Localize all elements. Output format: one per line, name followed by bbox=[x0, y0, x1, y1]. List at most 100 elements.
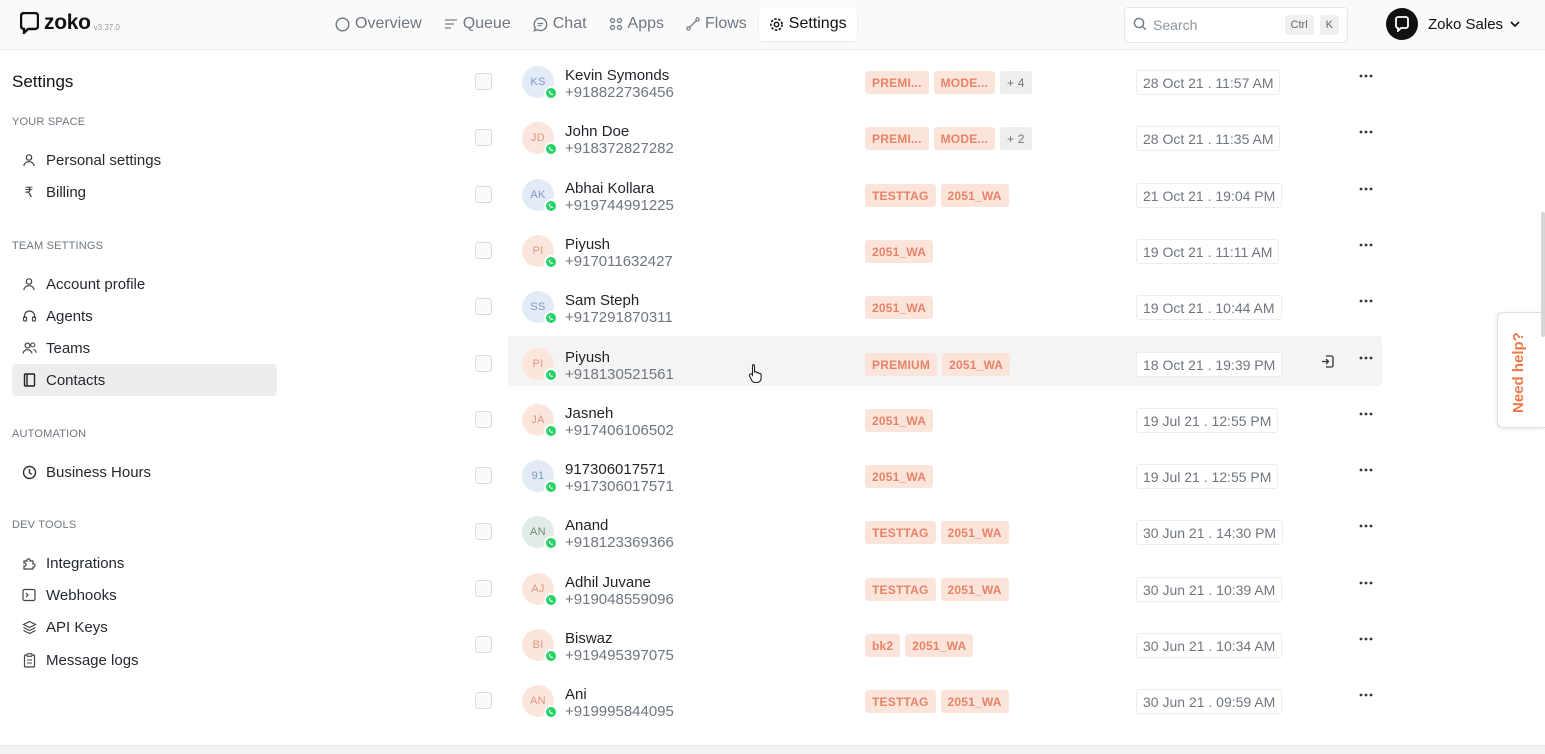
contact-name[interactable]: John Doe bbox=[565, 123, 629, 140]
row-checkbox[interactable] bbox=[475, 467, 492, 484]
more-options-icon[interactable] bbox=[1359, 187, 1373, 191]
top-bar: zoko v3.37.0 Overview Queue Chat Apps Fl… bbox=[0, 0, 1545, 50]
more-tags-badge[interactable]: + 2 bbox=[1000, 127, 1032, 150]
more-options-icon[interactable] bbox=[1359, 74, 1373, 78]
table-row[interactable]: PI Piyush +917011632427 2051_WA 19 Oct 21 . … bbox=[475, 223, 1382, 273]
scrollbar[interactable] bbox=[1541, 212, 1545, 337]
sidebar-item-label: Contacts bbox=[46, 371, 106, 389]
row-checkbox[interactable] bbox=[475, 129, 492, 146]
row-checkbox[interactable] bbox=[475, 355, 492, 372]
table-row[interactable]: AN Ani +919995844095 TESTTAG 2051_WA 30 Jun 2… bbox=[475, 673, 1382, 723]
contact-name[interactable]: Biswaz bbox=[565, 630, 613, 647]
row-checkbox[interactable] bbox=[475, 692, 492, 709]
contact-name[interactable]: 917306017571 bbox=[565, 461, 665, 478]
contact-name[interactable]: Jasneh bbox=[565, 405, 613, 422]
contact-name[interactable]: Ani bbox=[565, 686, 587, 703]
contact-date: 18 Oct 21 . 19:39 PM bbox=[1136, 352, 1283, 377]
contact-date: 30 Jun 21 . 10:34 AM bbox=[1136, 633, 1283, 658]
more-options-icon[interactable] bbox=[1359, 581, 1373, 585]
nav-settings[interactable]: Settings bbox=[758, 7, 857, 41]
tag-list: TESTTAG 2051_WA bbox=[865, 521, 1014, 544]
more-options-icon[interactable] bbox=[1359, 468, 1373, 472]
need-help-button[interactable]: Need help? bbox=[1497, 312, 1545, 428]
nav-chat[interactable]: Chat bbox=[523, 7, 597, 41]
table-row[interactable]: PI Piyush +918130521561 PREMIUM 2051_WA 18 Oc… bbox=[475, 336, 1382, 386]
nav-flows[interactable]: Flows bbox=[676, 7, 757, 41]
sidebar-item-integrations[interactable]: Integrations bbox=[12, 547, 277, 579]
contact-date: 30 Jun 21 . 14:30 PM bbox=[1136, 520, 1284, 545]
nav-overview[interactable]: Overview bbox=[325, 7, 432, 41]
sidebar-item-api-keys[interactable]: API Keys bbox=[12, 611, 277, 643]
nav-label: Flows bbox=[705, 15, 747, 32]
tag-list: 2051_WA bbox=[865, 296, 938, 319]
table-row[interactable]: AN Anand +918123369366 TESTTAG 2051_WA 30 Jun… bbox=[475, 504, 1382, 554]
sidebar-item-business-hours[interactable]: Business Hours bbox=[12, 456, 277, 488]
avatar-initials: AN bbox=[530, 526, 546, 538]
row-checkbox[interactable] bbox=[475, 242, 492, 259]
contact-name[interactable]: Abhai Kollara bbox=[565, 180, 654, 197]
more-options-icon[interactable] bbox=[1359, 243, 1373, 247]
contact-phone: +919048559096 bbox=[565, 591, 674, 608]
sidebar-item-teams[interactable]: Teams bbox=[12, 332, 277, 364]
contact-date: 21 Oct 21 . 19:04 PM bbox=[1136, 183, 1283, 208]
section-team-settings: TEAM SETTINGS bbox=[12, 240, 104, 252]
flow-icon bbox=[686, 17, 700, 31]
contact-tag: 2051_WA bbox=[940, 690, 1009, 713]
contact-name[interactable]: Sam Steph bbox=[565, 292, 639, 309]
nav-apps[interactable]: Apps bbox=[599, 7, 674, 41]
sidebar-item-agents[interactable]: Agents bbox=[12, 300, 277, 332]
contact-name[interactable]: Kevin Symonds bbox=[565, 67, 669, 84]
table-row[interactable]: SS Sam Steph +917291870311 2051_WA 19 Oct 21… bbox=[475, 279, 1382, 329]
row-checkbox[interactable] bbox=[475, 186, 492, 203]
row-checkbox[interactable] bbox=[475, 73, 492, 90]
tag-list: TESTTAG 2051_WA bbox=[865, 690, 1014, 713]
more-tags-badge[interactable]: + 4 bbox=[1000, 71, 1032, 94]
table-row[interactable]: 91 917306017571 +917306017571 2051_WA 19 Jul… bbox=[475, 448, 1382, 498]
open-chat-icon[interactable] bbox=[1320, 354, 1335, 369]
more-options-icon[interactable] bbox=[1359, 412, 1373, 416]
row-checkbox[interactable] bbox=[475, 411, 492, 428]
search-box[interactable]: Ctrl K bbox=[1124, 7, 1348, 43]
more-options-icon[interactable] bbox=[1359, 299, 1373, 303]
sidebar-item-personal-settings[interactable]: Personal settings bbox=[12, 144, 277, 176]
contact-name[interactable]: Piyush bbox=[565, 349, 610, 366]
table-row[interactable]: AK Abhai Kollara +919744991225 TESTTAG 2051_… bbox=[475, 167, 1382, 217]
contact-name[interactable]: Adhil Juvane bbox=[565, 574, 651, 591]
table-row[interactable]: JA Jasneh +917406106502 2051_WA 19 Jul 21 . … bbox=[475, 392, 1382, 442]
contact-phone: +919744991225 bbox=[565, 197, 674, 214]
table-row[interactable]: JD John Doe +918372827282 PREMI... MODE... + … bbox=[475, 110, 1382, 160]
sidebar-item-webhooks[interactable]: Webhooks bbox=[12, 579, 277, 611]
avatar-initials: KS bbox=[530, 76, 546, 88]
sidebar-item-contacts[interactable]: Contacts bbox=[12, 364, 277, 396]
more-options-icon[interactable] bbox=[1359, 693, 1373, 697]
sidebar-item-label: Business Hours bbox=[46, 463, 152, 481]
account-menu[interactable]: Zoko Sales bbox=[1386, 8, 1521, 40]
contact-name[interactable]: Anand bbox=[565, 517, 608, 534]
user-icon bbox=[20, 153, 38, 167]
contact-tag: 2051_WA bbox=[865, 409, 934, 432]
more-options-icon[interactable] bbox=[1359, 356, 1373, 360]
sidebar-item-message-logs[interactable]: Message logs bbox=[12, 644, 277, 676]
row-checkbox[interactable] bbox=[475, 523, 492, 540]
table-row[interactable]: AJ Adhil Juvane +919048559096 TESTTAG 2051_W… bbox=[475, 561, 1382, 611]
app-logo[interactable]: zoko v3.37.0 bbox=[20, 12, 120, 34]
whatsapp-icon bbox=[544, 368, 558, 382]
more-options-icon[interactable] bbox=[1359, 637, 1373, 641]
sidebar-item-billing[interactable]: ₹ Billing bbox=[12, 176, 277, 208]
contact-name[interactable]: Piyush bbox=[565, 236, 610, 253]
sidebar-item-label: Message logs bbox=[46, 651, 139, 669]
section-your-space: YOUR SPACE bbox=[12, 116, 86, 128]
row-checkbox[interactable] bbox=[475, 298, 492, 315]
contact-tag: MODE... bbox=[933, 71, 996, 94]
table-row[interactable]: BI Biswaz +919495397075 bk2 2051_WA 30 Jun 21… bbox=[475, 617, 1382, 667]
row-checkbox[interactable] bbox=[475, 636, 492, 653]
row-checkbox[interactable] bbox=[475, 580, 492, 597]
search-input[interactable] bbox=[1153, 17, 1273, 33]
user-icon bbox=[20, 277, 38, 291]
headset-icon bbox=[20, 309, 38, 324]
nav-queue[interactable]: Queue bbox=[434, 7, 521, 41]
more-options-icon[interactable] bbox=[1359, 130, 1373, 134]
table-row[interactable]: KS Kevin Symonds +918822736456 PREMI... MODE… bbox=[475, 54, 1382, 104]
more-options-icon[interactable] bbox=[1359, 524, 1373, 528]
sidebar-item-account-profile[interactable]: Account profile bbox=[12, 268, 277, 300]
